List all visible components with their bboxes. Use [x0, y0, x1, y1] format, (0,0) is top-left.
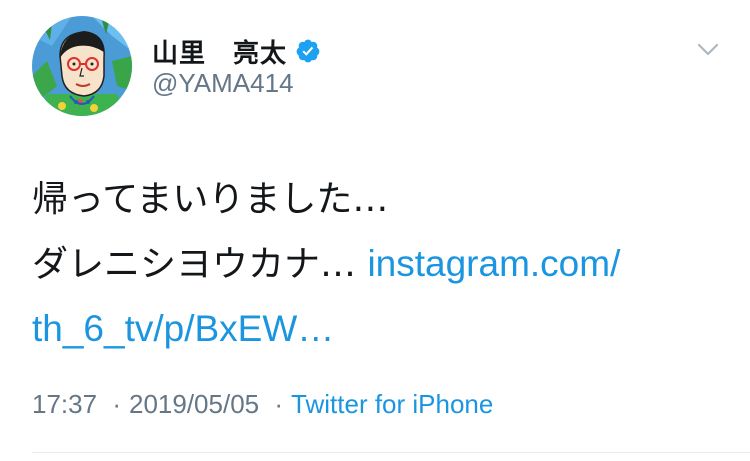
meta-separator: · [112, 389, 121, 419]
instagram-link[interactable]: instagram.com/ [367, 243, 620, 284]
avatar-illustration-icon [32, 16, 132, 116]
tweet-text: 帰ってまいりました… ダレニシヨウカナ… instagram.com/ th_6… [32, 168, 722, 362]
chevron-down-icon[interactable] [694, 40, 722, 60]
divider [32, 452, 750, 453]
tweet-date[interactable]: 2019/05/05 [129, 389, 259, 419]
verified-badge-icon [296, 39, 320, 63]
tweet-meta: 17:37 · 2019/05/05 · Twitter for iPhone [32, 389, 493, 420]
meta-separator-2: · [274, 389, 284, 419]
tweet-text-line-3: th_6_tv/p/BxEW… [32, 297, 722, 362]
tweet-text-line-2: ダレニシヨウカナ… instagram.com/ [32, 232, 722, 297]
tweet-text-line-1: 帰ってまいりました… [32, 179, 389, 220]
instagram-link-continued[interactable]: th_6_tv/p/BxEW… [32, 308, 334, 349]
avatar[interactable] [32, 16, 132, 116]
user-name-row[interactable]: 山里 亮太 [152, 33, 321, 69]
tweet-time[interactable]: 17:37 [32, 389, 97, 419]
tweet-source[interactable]: Twitter for iPhone [291, 389, 493, 419]
tweet-card: 山里 亮太 @YAMA414 帰ってまいりました… ダレニシヨウカナ… inst… [0, 0, 750, 461]
user-handle[interactable]: @YAMA414 [152, 68, 294, 99]
display-name[interactable]: 山里 亮太 [152, 33, 287, 70]
tweet-text-body: ダレニシヨウカナ… [32, 244, 368, 285]
